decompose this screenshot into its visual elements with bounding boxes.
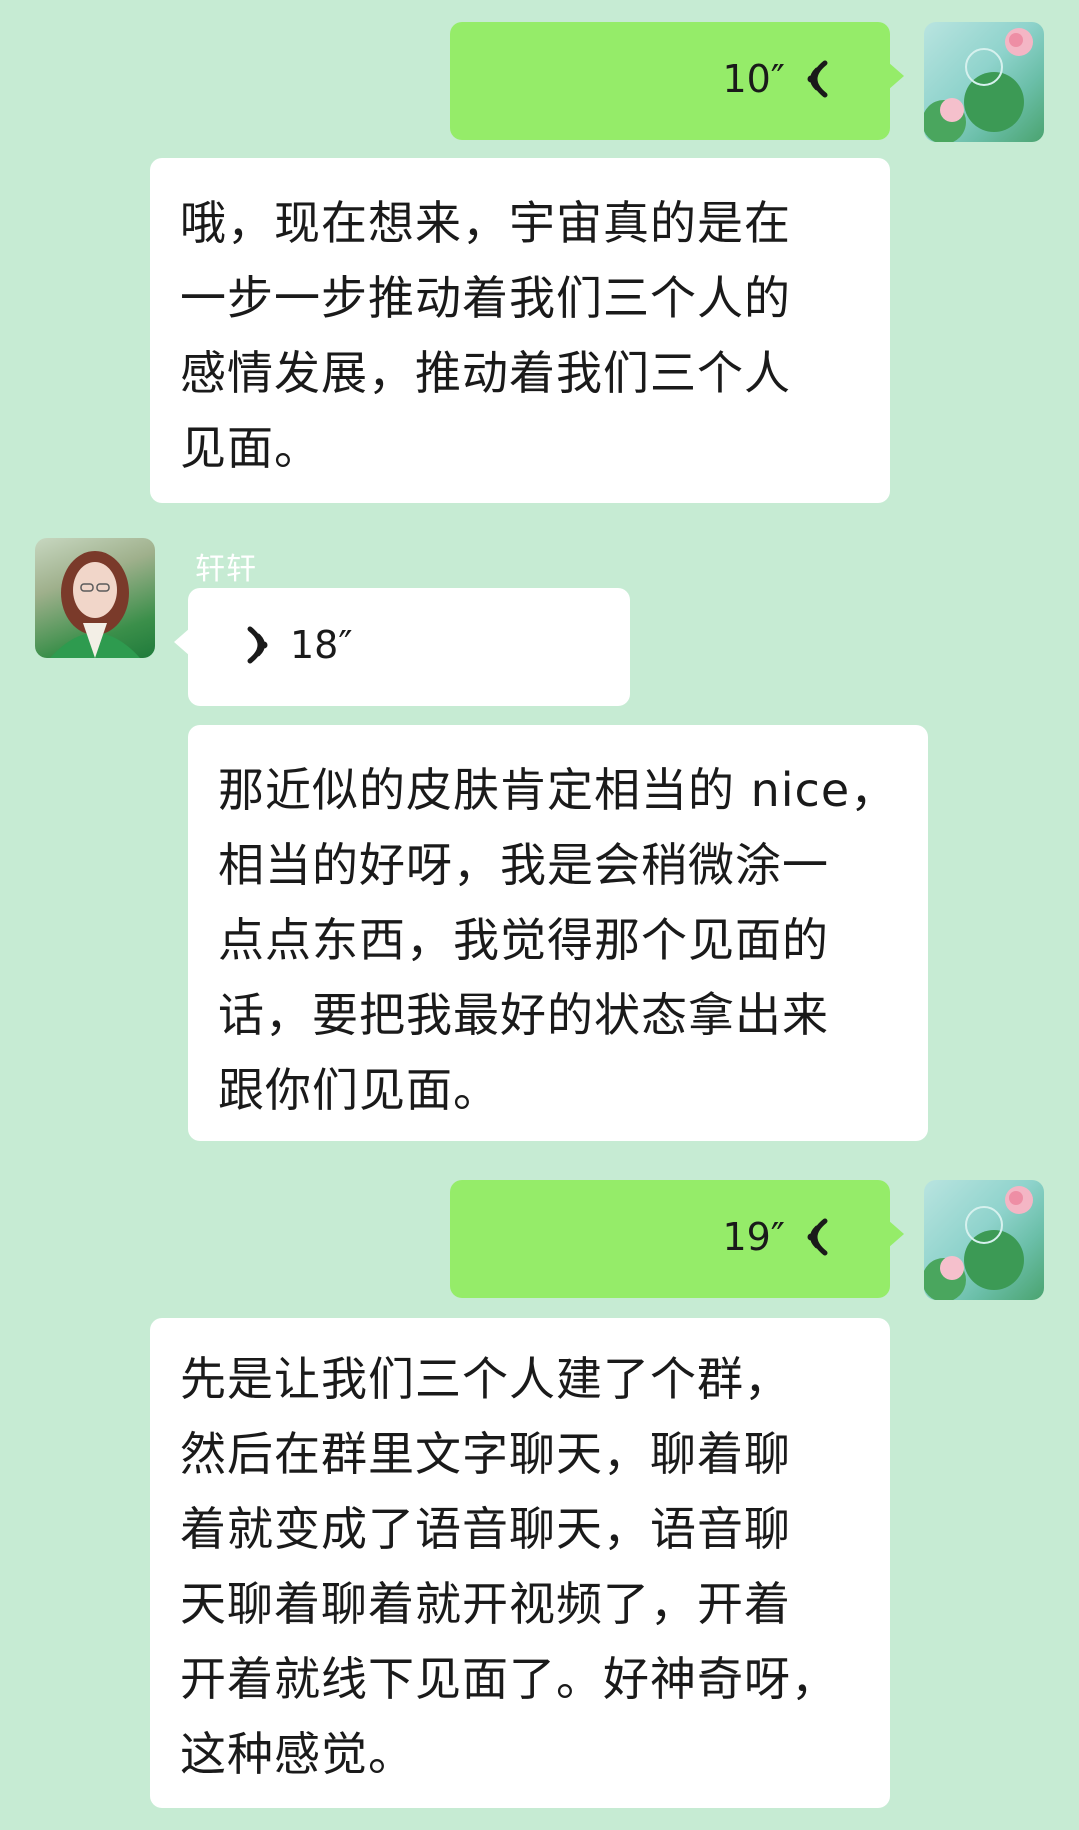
transcription-bubble[interactable]: 先是让我们三个人建了个群， 然后在群里文字聊天，聊着聊 着就变成了语音聊天，语音…: [150, 1318, 890, 1808]
voice-message-bubble[interactable]: 18″: [174, 588, 630, 706]
transcription-bubble[interactable]: 哦，现在想来，宇宙真的是在 一步一步推动着我们三个人的 感情发展，推动着我们三个…: [150, 158, 890, 503]
voice-wave-icon: [807, 1218, 828, 1256]
user-avatar-image: [50, 551, 140, 658]
self-avatar[interactable]: [924, 1180, 1044, 1300]
message-text: 哦，现在想来，宇宙真的是在 一步一步推动着我们三个人的 感情发展，推动着我们三个…: [180, 196, 791, 475]
lotus-avatar-image: [924, 28, 1033, 142]
sender-name: 轩轩: [195, 552, 257, 587]
self-avatar[interactable]: [924, 22, 1044, 142]
voice-wave-icon: [247, 626, 268, 664]
lotus-avatar-image: [924, 1186, 1033, 1300]
message-text: 那近似的皮肤肯定相当的 nice， 相当的好呀，我是会稍微涂一 点点东西，我觉得…: [218, 763, 898, 1117]
voice-message-bubble[interactable]: 10″: [450, 22, 904, 140]
voice-duration: 19″: [722, 1215, 785, 1259]
message-text: 先是让我们三个人建了个群， 然后在群里文字聊天，聊着聊 着就变成了语音聊天，语音…: [180, 1352, 838, 1781]
voice-duration: 10″: [722, 57, 785, 101]
voice-duration: 18″: [290, 623, 353, 667]
transcription-bubble[interactable]: 那近似的皮肤肯定相当的 nice， 相当的好呀，我是会稍微涂一 点点东西，我觉得…: [188, 725, 928, 1141]
voice-wave-icon: [807, 60, 828, 98]
contact-avatar[interactable]: [35, 538, 155, 658]
voice-message-bubble[interactable]: 19″: [450, 1180, 904, 1298]
